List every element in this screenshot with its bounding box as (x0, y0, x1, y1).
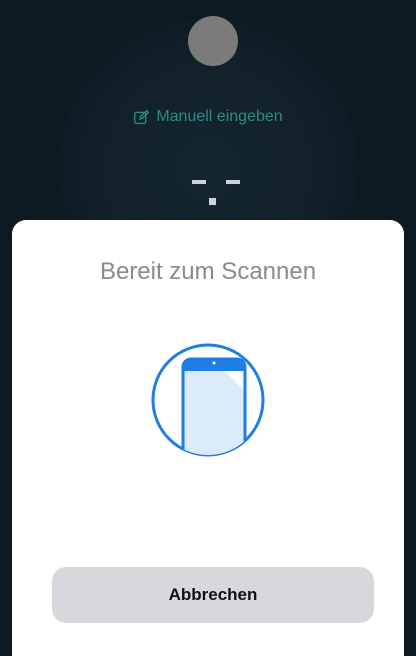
edit-icon (134, 109, 150, 124)
sheet-title: Bereit zum Scannen (99, 258, 317, 285)
face-glyph-icon (192, 180, 240, 210)
cancel-button[interactable]: Abbrechen (52, 567, 374, 623)
manual-entry-link[interactable]: Manuell eingeben (0, 108, 416, 126)
phone-nfc-scan-icon (151, 343, 265, 457)
scan-sheet: Bereit zum Scannen Abbrechen (12, 220, 404, 656)
manual-entry-label: Manuell eingeben (156, 108, 283, 125)
scanner-screen: Manuell eingeben Bereit zum Scannen Abbr… (0, 0, 416, 656)
avatar (188, 16, 238, 66)
